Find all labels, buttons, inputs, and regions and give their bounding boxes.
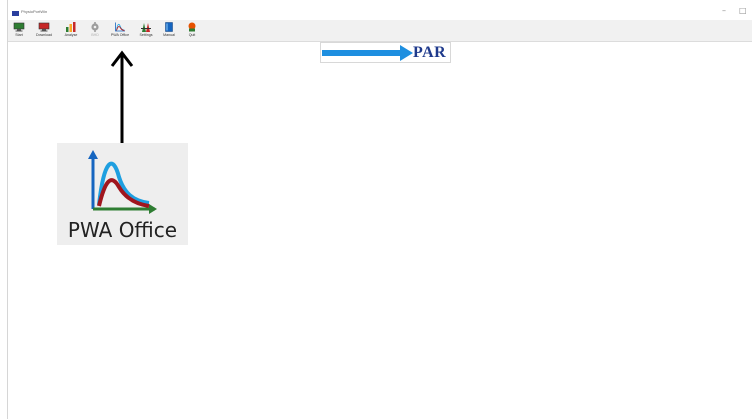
- monitor-start-icon: [13, 22, 25, 32]
- settings-icon: [141, 23, 151, 32]
- toolbar-download-button[interactable]: Download: [31, 22, 57, 40]
- manual-book-icon: [165, 22, 173, 32]
- toolbar-manual-label: Manual: [163, 33, 175, 37]
- par-logo-text: PAR: [413, 44, 447, 61]
- bar-chart-icon: [66, 22, 76, 32]
- toolbar-quit-label: Quit: [188, 33, 196, 37]
- maximize-button[interactable]: □: [739, 6, 747, 16]
- pwa-office-icon: [88, 150, 157, 214]
- toolbar-pwa-office-label: PWA Office: [110, 33, 130, 37]
- toolbar-start-label: Start: [15, 33, 23, 37]
- toolbar-download-label: Download: [36, 33, 52, 37]
- monitor-download-icon: [38, 22, 50, 32]
- window-title: PhysioPortWin: [21, 9, 48, 14]
- toolbar-analyse-button[interactable]: Analyse: [59, 22, 83, 40]
- gear-icon: [91, 22, 99, 32]
- callout-label: PWA Office: [67, 218, 178, 242]
- toolbar-settings-label: Settings: [139, 33, 153, 37]
- minimize-button[interactable]: –: [722, 6, 726, 16]
- toolbar-pwa-office-button[interactable]: PWA Office: [107, 22, 133, 40]
- toolbar-analyse-label: Analyse: [64, 33, 78, 37]
- toolbar-bhd-label: BHD: [91, 33, 99, 37]
- annotation-arrow-up-icon: [110, 50, 134, 143]
- toolbar-manual-button[interactable]: Manual: [160, 22, 178, 40]
- toolbar-settings-button[interactable]: Settings: [136, 22, 156, 40]
- pwa-office-icon: [115, 22, 125, 32]
- pwa-office-callout: PWA Office: [57, 143, 188, 245]
- toolbar-start-button[interactable]: Start: [10, 22, 28, 40]
- app-logo-icon: [12, 11, 19, 16]
- toolbar-quit-button[interactable]: Quit: [183, 22, 201, 40]
- toolbar-bhd-button[interactable]: BHD: [86, 22, 104, 40]
- quit-icon: [188, 22, 196, 32]
- toolbar: Start Download Analyse BHD PWA Office Se…: [8, 20, 752, 42]
- title-bar: PhysioPortWin – □: [8, 0, 752, 20]
